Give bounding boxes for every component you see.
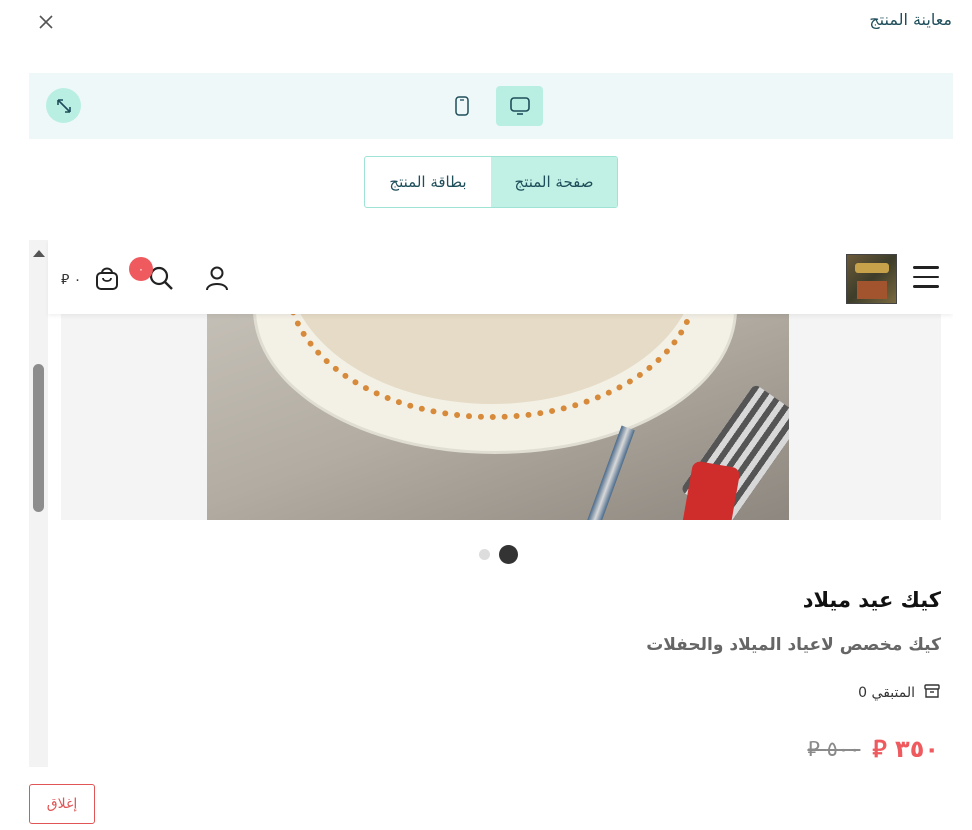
- store-logo[interactable]: [846, 254, 897, 304]
- carousel-dot[interactable]: [479, 549, 490, 560]
- preview-toolbar: [29, 73, 953, 139]
- desktop-icon[interactable]: [496, 86, 543, 126]
- product-image: [207, 314, 789, 520]
- mobile-icon[interactable]: [451, 88, 473, 124]
- product-image-carousel[interactable]: [61, 314, 941, 520]
- old-price: ٥٠٠ ⃁: [807, 737, 861, 761]
- carousel-dot-active[interactable]: [499, 545, 518, 564]
- cart-icon[interactable]: [93, 264, 121, 292]
- cart-total: ٠ ⃁: [61, 272, 82, 288]
- close-icon[interactable]: [36, 12, 56, 32]
- scroll-up-icon[interactable]: [33, 250, 45, 257]
- price-row: ٣٥٠ ⃁ ٥٠٠ ⃁: [807, 733, 939, 764]
- cart-count-badge: ٠: [129, 257, 153, 281]
- stock-label: المتبقي 0: [858, 685, 915, 701]
- menu-icon[interactable]: [913, 266, 939, 290]
- product-name: كيك عيد ميلاد: [802, 588, 941, 612]
- carousel-dots: [479, 545, 518, 564]
- store-header: ٠ ٠ ⃁: [48, 240, 953, 314]
- scroll-thumb[interactable]: [33, 364, 44, 512]
- tab-product-page[interactable]: صفحة المنتج: [491, 157, 617, 207]
- expand-icon[interactable]: [46, 88, 81, 123]
- box-icon: [923, 682, 941, 704]
- modal-title: معاينة المنتج: [869, 10, 952, 29]
- product-description: كيك مخصص لاعياد الميلاد والحفلات: [646, 635, 941, 655]
- store-preview: ٠ ٠ ⃁ كيك عيد ميلاد كيك مخصص لاعياد المي…: [29, 240, 953, 767]
- close-button[interactable]: إغلاق: [29, 784, 95, 824]
- user-icon[interactable]: [203, 264, 231, 292]
- stock-info: المتبقي 0: [858, 682, 941, 704]
- view-tabs: بطاقة المنتج صفحة المنتج: [364, 156, 618, 208]
- sale-price: ٣٥٠ ⃁: [872, 735, 939, 763]
- scrollbar[interactable]: [29, 240, 48, 767]
- tab-product-card[interactable]: بطاقة المنتج: [365, 157, 491, 207]
